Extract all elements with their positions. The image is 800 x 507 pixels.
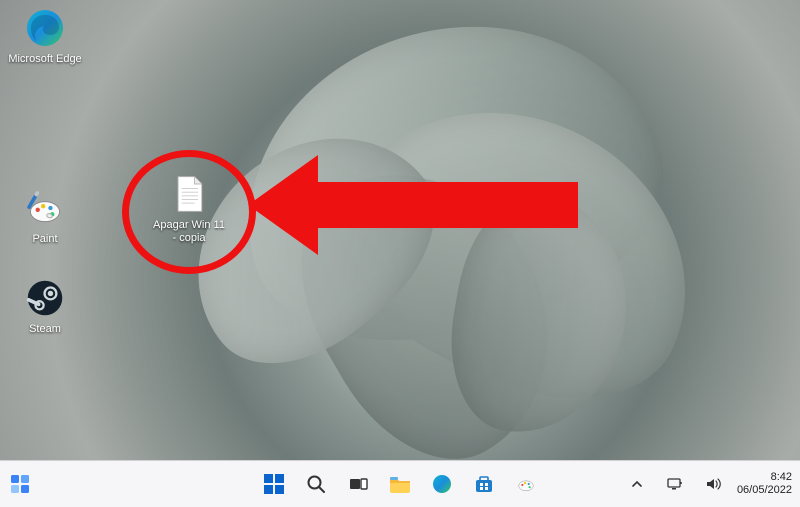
desktop-icon-label: Steam [6,323,84,336]
edge-icon [23,6,67,50]
search-icon [306,474,326,494]
search-button[interactable] [302,470,330,498]
store-icon [474,474,494,494]
taskbar-clock[interactable]: 8:42 06/05/2022 [737,471,792,497]
taskbar: 8:42 06/05/2022 [0,460,800,507]
chevron-up-icon [631,478,643,490]
steam-icon [23,276,67,320]
desktop[interactable]: Microsoft Edge Paint [0,0,800,507]
file-explorer-icon [389,474,411,494]
desktop-icon-edge[interactable]: Microsoft Edge [6,6,84,66]
widgets-button[interactable] [6,470,34,498]
paint-taskbar-button[interactable] [512,470,540,498]
edge-taskbar-button[interactable] [428,470,456,498]
text-file-icon [167,172,211,216]
desktop-icon-label: Microsoft Edge [6,53,84,66]
task-view-icon [348,474,368,494]
speaker-icon [705,477,721,491]
volume-button[interactable] [699,470,727,498]
desktop-icon-label: Apagar Win 11 - copia [150,219,228,245]
network-button[interactable] [661,470,689,498]
paint-icon [516,474,536,494]
task-view-button[interactable] [344,470,372,498]
tray-chevron-button[interactable] [623,470,651,498]
paint-icon [23,186,67,230]
taskbar-time: 8:42 [737,471,792,484]
edge-icon [431,473,453,495]
widgets-icon [10,474,30,494]
windows-start-icon [263,473,285,495]
microsoft-store-button[interactable] [470,470,498,498]
file-explorer-button[interactable] [386,470,414,498]
desktop-icon-steam[interactable]: Steam [6,276,84,336]
start-button[interactable] [260,470,288,498]
network-icon [667,477,683,491]
desktop-icon-file[interactable]: Apagar Win 11 - copia [150,172,228,245]
desktop-icon-paint[interactable]: Paint [6,186,84,246]
taskbar-date: 06/05/2022 [737,484,792,497]
desktop-icon-label: Paint [6,233,84,246]
